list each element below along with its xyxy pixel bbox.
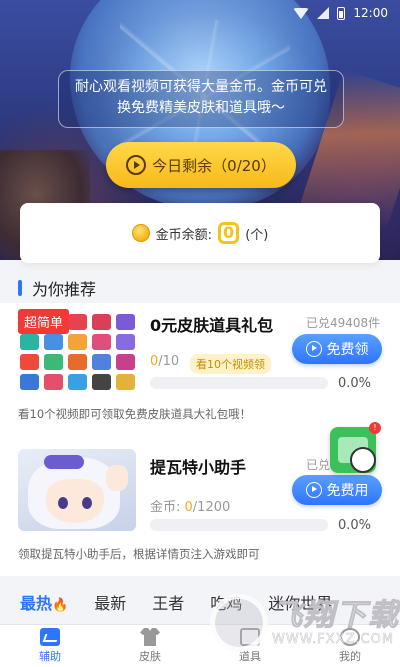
bottom-nav: 辅助 皮肤 道具 我的 <box>0 624 400 667</box>
category-tabs: 最热🔥 最新 王者 吃鸡 迷你世界 <box>0 580 400 624</box>
watch-videos-tag: 看10个视频领 <box>190 354 271 374</box>
status-time: 12:00 <box>353 6 388 20</box>
flame-icon: 🔥 <box>52 598 69 613</box>
free-use-label: 免费用 <box>326 483 369 499</box>
notification-badge: ! <box>369 422 381 434</box>
item-description: 领取提瓦特小助手后，根据详情页注入游戏即可 <box>18 547 260 561</box>
easy-tag: 超简单 <box>18 309 70 334</box>
progress-percent: 0.0% <box>338 376 372 391</box>
nav-items[interactable]: 道具 <box>200 625 300 667</box>
wifi-icon <box>293 7 310 19</box>
item-title: 0元皮肤道具礼包 <box>150 316 274 335</box>
progress-label: 金币: <box>150 500 185 515</box>
section-accent-bar <box>18 280 22 296</box>
free-claim-button[interactable]: 免费领 <box>292 334 382 364</box>
status-bar: 12:00 <box>0 0 400 26</box>
item-sold-count: 已兑 <box>306 458 331 472</box>
nav-assist[interactable]: 辅助 <box>0 625 100 667</box>
news-icon <box>240 628 260 646</box>
tab-label: 最热 <box>20 594 53 613</box>
skin-icon <box>140 628 160 646</box>
floating-game-icon[interactable] <box>330 427 376 473</box>
balance-unit: (个) <box>245 227 269 243</box>
me-icon <box>340 628 360 646</box>
today-remaining-button[interactable]: 今日剩余（0/20） <box>106 142 296 188</box>
free-claim-label: 免费领 <box>326 342 369 358</box>
progress-text: 金币: 0/1200 <box>150 496 230 515</box>
item-description: 看10个视频即可领取免费皮肤道具大礼包哦！ <box>18 407 252 421</box>
signal-icon <box>317 7 330 19</box>
nav-label: 皮肤 <box>139 650 161 663</box>
section-title: 为你推荐 <box>32 280 97 299</box>
progress-total: /10 <box>158 354 180 369</box>
tab-hottest[interactable]: 最热🔥 <box>20 590 68 614</box>
tab-pubg[interactable]: 吃鸡 <box>210 590 242 614</box>
item-sold-count: 已兑49408件 <box>306 316 381 330</box>
item-title: 提瓦特小助手 <box>150 458 247 477</box>
nav-label: 我的 <box>339 650 361 663</box>
nav-label: 辅助 <box>39 650 61 663</box>
progress-done: 0 <box>184 500 193 515</box>
play-icon <box>305 482 322 498</box>
nav-skin[interactable]: 皮肤 <box>100 625 200 667</box>
tab-mini-world[interactable]: 迷你世界 <box>268 590 332 614</box>
battery-icon <box>337 6 346 20</box>
balance-value: 0 <box>218 222 240 244</box>
tab-newest[interactable]: 最新 <box>94 590 126 614</box>
progress-bar <box>150 519 328 531</box>
hero-tip: 耐心观看视频可获得大量金币。金币可兑换免费精美皮肤和道具哦～ <box>58 70 344 128</box>
free-use-button[interactable]: 免费用 <box>292 475 382 505</box>
progress-percent: 0.0% <box>338 518 372 533</box>
nav-label: 道具 <box>239 650 261 663</box>
section-header: 为你推荐 <box>18 276 96 300</box>
coin-icon <box>131 224 150 242</box>
today-remaining-label: 今日剩余（0/20） <box>152 156 276 175</box>
progress-total: /1200 <box>192 500 231 515</box>
nav-me[interactable]: 我的 <box>300 625 400 667</box>
teyvat-helper-thumbnail <box>18 449 136 531</box>
tab-honor-of-kings[interactable]: 王者 <box>152 590 184 614</box>
play-icon <box>305 341 322 357</box>
coin-balance-card: 金币余额: 0 (个) <box>20 203 380 263</box>
play-icon <box>126 155 147 175</box>
pointer-hand-icon <box>350 447 376 473</box>
progress-text: 0/10 <box>150 354 179 369</box>
assist-icon <box>40 628 60 646</box>
list-item[interactable]: 超简单 0元皮肤道具礼包 已兑49408件 免费领 0/10 看10个视频领 0… <box>0 303 400 440</box>
balance-label: 金币余额: <box>155 227 213 243</box>
progress-bar <box>150 377 328 389</box>
